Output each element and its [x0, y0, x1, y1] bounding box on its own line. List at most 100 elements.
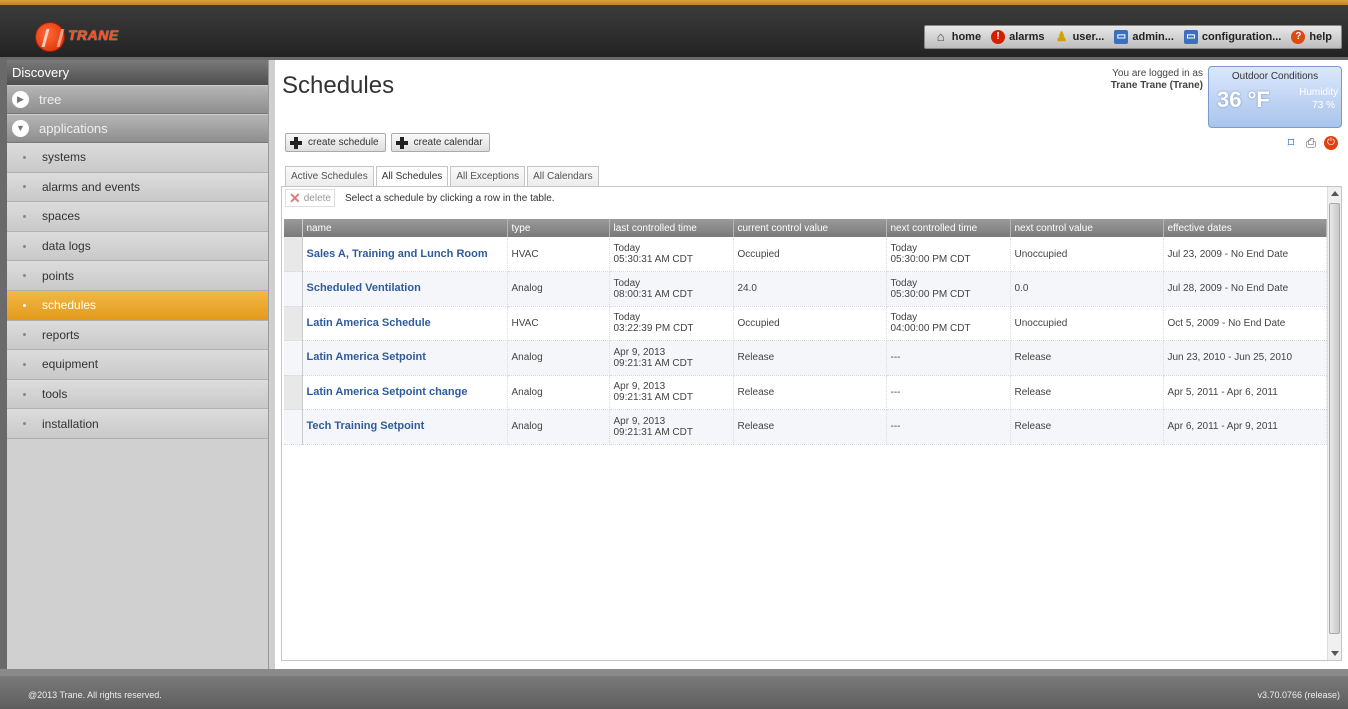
sidebar-item-alarms-and-events[interactable]: alarms and events [7, 172, 268, 203]
schedules-table: name type last controlled time current c… [284, 219, 1327, 445]
nav-help[interactable]: ? help [1291, 30, 1332, 44]
sidebar-item-systems[interactable]: systems [7, 143, 268, 173]
last-controlled-time: Today 08:00:31 AM CDT [609, 271, 734, 307]
sidebar-item-data-logs[interactable]: data logs [7, 231, 268, 262]
column-header-next-control-value[interactable]: next control value [1010, 219, 1164, 237]
last-controlled-time: Today 03:22:39 PM CDT [609, 306, 734, 341]
row-selector[interactable] [284, 340, 303, 376]
sidebar-item-equipment[interactable]: equipment [7, 350, 268, 380]
tab-all-calendars[interactable]: All Calendars [527, 166, 599, 186]
last-controlled-clock: 09:21:31 AM CDT [613, 426, 693, 438]
schedule-name[interactable]: Latin America Schedule [302, 306, 508, 341]
vertical-scrollbar[interactable] [1327, 187, 1341, 660]
current-control-value: 24.0 [733, 271, 887, 307]
sidebar-item-schedules[interactable]: schedules [7, 290, 268, 321]
tab-all-exceptions[interactable]: All Exceptions [450, 166, 526, 186]
next-controlled-time: --- [886, 409, 1011, 445]
action-buttons: create schedule create calendar [285, 133, 490, 152]
schedule-name[interactable]: Tech Training Setpoint [302, 409, 508, 445]
admin-icon: ▭ [1114, 30, 1129, 44]
column-header-type[interactable]: type [507, 219, 610, 237]
humidity-value: 73 % [1312, 100, 1335, 111]
next-controlled-clock: 05:30:00 PM CDT [890, 288, 971, 300]
table-row[interactable]: Latin America Setpoint change Analog Apr… [284, 375, 1327, 410]
create-calendar-button[interactable]: create calendar [390, 133, 490, 152]
row-selector[interactable] [284, 409, 303, 445]
scrollbar-thumb[interactable] [1329, 203, 1340, 634]
nav-alarms[interactable]: ! alarms [991, 30, 1045, 44]
next-controlled-time: --- [886, 375, 1011, 410]
scroll-up-icon[interactable] [1331, 191, 1339, 196]
next-controlled-date: --- [890, 352, 901, 364]
column-header-effective-dates[interactable]: effective dates [1163, 219, 1327, 237]
delete-label: delete [303, 192, 331, 204]
last-controlled-date: Apr 9, 2013 [613, 346, 666, 358]
table-row[interactable]: Latin America Setpoint Analog Apr 9, 201… [284, 340, 1327, 376]
schedule-type: Analog [507, 375, 610, 410]
table-row[interactable]: Scheduled Ventilation Analog Today 08:00:… [284, 271, 1327, 307]
create-schedule-button[interactable]: create schedule [285, 133, 386, 152]
schedule-type: Analog [507, 409, 610, 445]
sidebar-item-installation[interactable]: installation [7, 409, 268, 439]
tab-active-schedules[interactable]: Active Schedules [285, 166, 374, 186]
nav-user[interactable]: ♟ user... [1055, 30, 1105, 44]
sidebar-item-reports[interactable]: reports [7, 320, 268, 351]
next-control-value: Release [1010, 340, 1164, 376]
sidebar-group-applications[interactable]: ▼ applications [7, 114, 268, 143]
schedule-name[interactable]: Latin America Setpoint change [302, 375, 508, 410]
column-header-next-controlled-time[interactable]: next controlled time [886, 219, 1011, 237]
brand-logo-text[interactable]: TRANE [68, 27, 119, 43]
sidebar-item-points[interactable]: points [7, 261, 268, 291]
tab-all-schedules[interactable]: All Schedules [375, 166, 449, 186]
sidebar-item-label: equipment [42, 357, 99, 372]
row-selector[interactable] [284, 271, 303, 307]
row-selector[interactable] [284, 306, 303, 341]
scroll-down-icon[interactable] [1331, 651, 1339, 656]
app-footer: @2013 Trane. All rights reserved. v3.70.… [0, 676, 1348, 709]
last-controlled-clock: 09:21:31 AM CDT [613, 392, 693, 404]
effective-dates: Jun 23, 2010 - Jun 25, 2010 [1163, 340, 1327, 376]
table-row[interactable]: Tech Training Setpoint Analog Apr 9, 201… [284, 409, 1327, 445]
table-row[interactable]: Latin America Schedule HVAC Today 03:22:3… [284, 306, 1327, 341]
schedule-name[interactable]: Latin America Setpoint [302, 340, 508, 376]
next-control-value: 0.0 [1010, 271, 1164, 307]
column-header-last-controlled-time[interactable]: last controlled time [609, 219, 734, 237]
effective-dates: Jul 28, 2009 - No End Date [1163, 271, 1327, 307]
sidebar-item-tools[interactable]: tools [7, 379, 268, 410]
nav-configuration[interactable]: ▭ configuration... [1183, 30, 1281, 44]
fit-screen-icon[interactable]: ⌑ [1284, 136, 1298, 150]
schedule-name[interactable]: Sales A, Training and Lunch Room [302, 237, 508, 272]
delete-button[interactable]: ✕ delete [285, 189, 335, 207]
last-controlled-time: Apr 9, 2013 09:21:31 AM CDT [609, 409, 734, 445]
schedule-name[interactable]: Scheduled Ventilation [302, 271, 508, 307]
sidebar-item-label: spaces [42, 209, 81, 224]
sidebar-item-spaces[interactable]: spaces [7, 202, 268, 232]
next-controlled-date: Today [890, 243, 918, 254]
table-row[interactable]: Sales A, Training and Lunch Room HVAC To… [284, 237, 1327, 272]
row-selector[interactable] [284, 237, 303, 272]
last-controlled-clock: 03:22:39 PM CDT [613, 323, 694, 335]
version-text: v3.70.0766 (release) [1257, 690, 1340, 700]
nav-admin[interactable]: ▭ admin... [1114, 30, 1174, 44]
last-controlled-clock: 09:21:31 AM CDT [613, 357, 693, 369]
last-controlled-date: Today [613, 312, 641, 324]
copyright-text: @2013 Trane. All rights reserved. [28, 690, 162, 700]
outdoor-temperature: 36 °F [1217, 87, 1270, 112]
logout-icon[interactable]: ⏻ [1324, 136, 1338, 150]
column-header-current-control-value[interactable]: current control value [733, 219, 887, 237]
nav-home[interactable]: ⌂ home [934, 30, 981, 44]
current-control-value: Release [733, 340, 887, 376]
sidebar-group-tree[interactable]: ▶ tree [7, 85, 268, 114]
row-selector[interactable] [284, 375, 303, 410]
current-control-value: Occupied [733, 237, 887, 272]
next-controlled-time: Today 05:30:00 PM CDT [886, 271, 1011, 307]
column-header-name[interactable]: name [302, 219, 508, 237]
bullet-icon [23, 362, 26, 366]
trane-logo-icon[interactable] [35, 22, 65, 52]
main-content: Schedules You are logged in as Trane Tra… [275, 60, 1348, 669]
bullet-icon [23, 274, 26, 278]
bullet-icon [23, 244, 26, 248]
print-icon[interactable]: ⎙ [1304, 136, 1318, 150]
sidebar-item-label: tools [42, 387, 68, 402]
next-controlled-clock: 04:00:00 PM CDT [890, 323, 971, 335]
